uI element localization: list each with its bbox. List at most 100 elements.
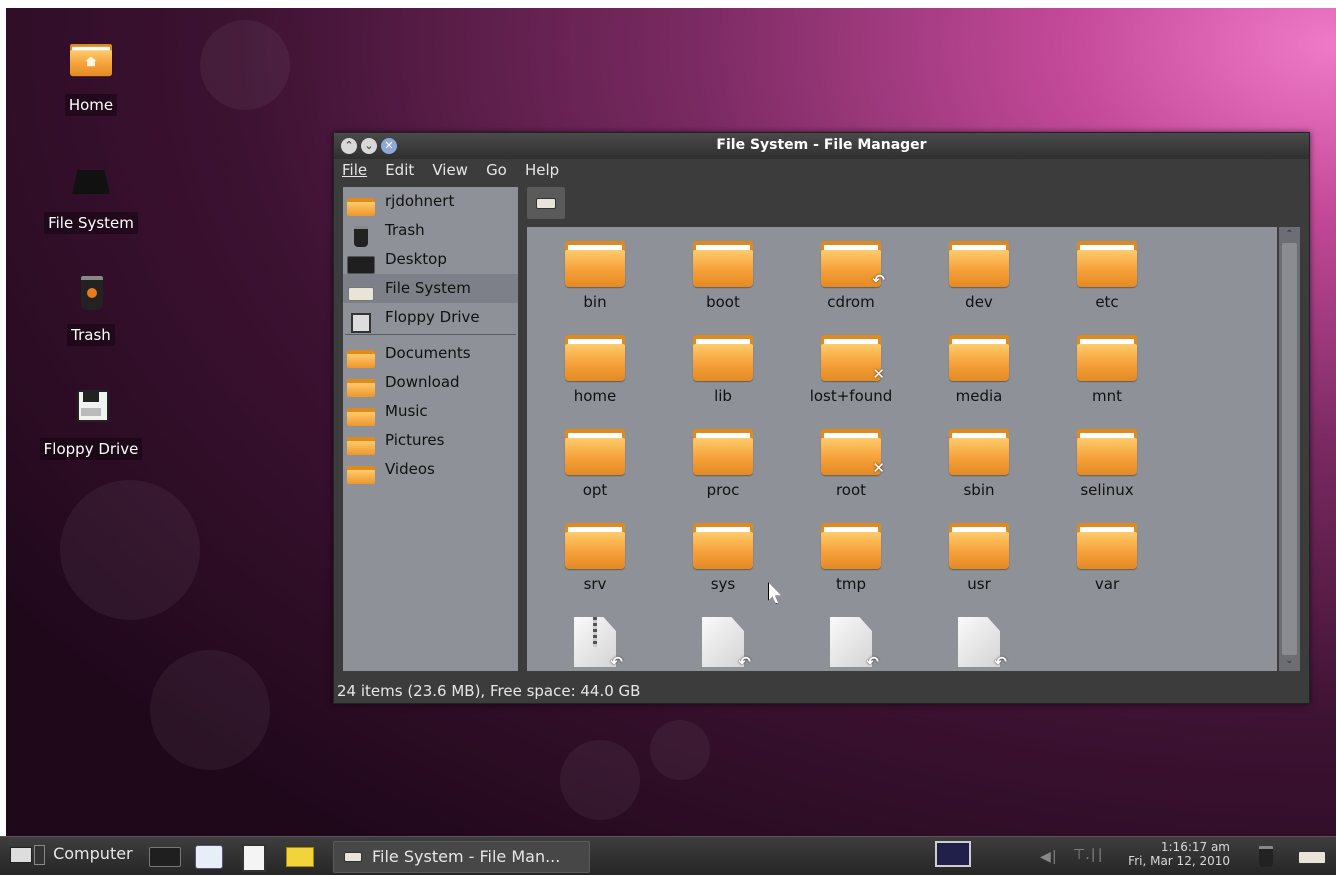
icon-view[interactable]: bin boot ↶ cdrom dev etc home lib ✕ lost+found med… [527, 227, 1277, 671]
symlink-emblem-icon: ↶ [866, 653, 879, 671]
trash-applet-icon[interactable] [1259, 846, 1273, 867]
desktop-icon-file-system[interactable]: File System [31, 160, 151, 234]
status-bar: 24 items (23.6 MB), Free space: 44.0 GB [337, 682, 641, 700]
file-cabinet-launcher-icon[interactable] [195, 845, 223, 869]
file-name: mnt [1092, 387, 1122, 405]
clipboard-launcher-icon[interactable] [242, 844, 266, 872]
desktop-icon-label: Trash [67, 324, 115, 346]
volume-icon[interactable]: ◀∣ [1040, 849, 1058, 865]
file-item-selinux[interactable]: selinux [1043, 429, 1171, 499]
drive-icon [347, 280, 375, 301]
sidebar-item-file-system[interactable]: File System [343, 274, 518, 303]
vertical-scrollbar[interactable]: ⌃ ⌄ [1279, 227, 1300, 671]
file-name: usr [967, 575, 991, 593]
file-item-media[interactable]: media [915, 335, 1043, 405]
file-item-sbin[interactable]: sbin [915, 429, 1043, 499]
file-name: sys [710, 575, 736, 593]
drive-mount-icon[interactable] [1298, 851, 1326, 864]
folder-icon [821, 523, 881, 569]
folder-icon [949, 241, 1009, 287]
sidebar-item-trash[interactable]: Trash [343, 216, 518, 247]
clock-time: 1:16:17 am [1160, 840, 1230, 854]
folder-icon [693, 241, 753, 287]
menu-help[interactable]: Help [525, 161, 559, 179]
desktop-icon-label: Floppy Drive [39, 438, 143, 460]
file-item-bin[interactable]: bin [531, 241, 659, 311]
file-item-etc[interactable]: etc [1043, 241, 1171, 311]
file-item-usr[interactable]: usr [915, 523, 1043, 593]
sidebar-separator [345, 334, 516, 337]
file-name: boot [706, 293, 740, 311]
sidebar-item-home[interactable]: rjdohnert [343, 187, 518, 216]
file-item-boot[interactable]: boot [659, 241, 787, 311]
folder-icon [347, 403, 375, 426]
sidebar-item-videos[interactable]: Videos [343, 455, 518, 484]
folder-icon [347, 432, 375, 455]
folder-icon [347, 345, 375, 368]
sidebar-item-music[interactable]: Music [343, 397, 518, 426]
sidebar-item-label: Pictures [385, 431, 445, 449]
file-item-lost-found[interactable]: ✕ lost+found [787, 335, 915, 405]
scrollbar-thumb[interactable] [1282, 243, 1297, 655]
sidebar-item-pictures[interactable]: Pictures [343, 426, 518, 455]
file-item-sys[interactable]: sys [659, 523, 787, 593]
taskbar-button-file-manager[interactable]: File System - File Man... [333, 841, 590, 873]
file-name: lib [714, 387, 732, 405]
desktop-icon-home[interactable]: Home [31, 42, 151, 116]
file-item-proc[interactable]: proc [659, 429, 787, 499]
symlink-emblem-icon: ↶ [738, 653, 751, 671]
file-item[interactable]: ↶ [531, 617, 659, 671]
file-name: var [1094, 575, 1120, 593]
computer-menu-label: Computer [53, 844, 133, 863]
folder-icon [1077, 335, 1137, 381]
terminal-launcher-icon[interactable] [149, 847, 181, 867]
menu-view[interactable]: View [432, 161, 468, 179]
file-item-opt[interactable]: opt [531, 429, 659, 499]
taskbar: Computer File System - File Man... ◀∣ ⊤.… [0, 836, 1336, 875]
sidebar-item-label: Trash [385, 221, 425, 239]
desktop-icon-trash[interactable]: Trash [31, 272, 151, 346]
sidebar-item-download[interactable]: Download [343, 368, 518, 397]
title-bar[interactable]: ⌃ ⌄ ✕ File System - File Manager [334, 133, 1309, 159]
file-item-lib[interactable]: lib [659, 335, 787, 405]
file-item[interactable]: ↶ [787, 617, 915, 671]
sidebar-item-documents[interactable]: Documents [343, 339, 518, 368]
workspace-switcher[interactable] [935, 841, 971, 867]
file-item[interactable]: ↶ [915, 617, 1043, 671]
file-item[interactable]: ↶ [659, 617, 787, 671]
clock[interactable]: 1:16:17 am Fri, Mar 12, 2010 [1120, 840, 1230, 868]
sidebar-item-label: Floppy Drive [385, 308, 480, 326]
menu-file[interactable]: File [342, 161, 367, 179]
desktop-icon [347, 251, 375, 274]
file-name: lost+found [809, 387, 893, 405]
notes-launcher-icon[interactable] [286, 847, 314, 867]
desktop-icon-floppy-drive[interactable]: Floppy Drive [31, 386, 151, 460]
symlink-emblem-icon: ↶ [994, 653, 1007, 671]
file-name: sbin [963, 481, 995, 499]
file-item-srv[interactable]: srv [531, 523, 659, 593]
folder-icon [347, 461, 375, 484]
file-item-root[interactable]: ✕ root [787, 429, 915, 499]
file-item-tmp[interactable]: tmp [787, 523, 915, 593]
network-signal-icon[interactable]: ⊤.∣∣ [1073, 847, 1104, 863]
trash-icon [347, 222, 375, 247]
menu-go[interactable]: Go [486, 161, 507, 179]
file-item-dev[interactable]: dev [915, 241, 1043, 311]
path-button-file-system[interactable] [527, 187, 565, 219]
computer-menu-button[interactable]: Computer [10, 844, 133, 865]
sidebar-item-desktop[interactable]: Desktop [343, 245, 518, 274]
file-item-mnt[interactable]: mnt [1043, 335, 1171, 405]
folder-icon [949, 335, 1009, 381]
sidebar-item-label: File System [385, 279, 471, 297]
scroll-down-icon[interactable]: ⌄ [1279, 655, 1300, 669]
sidebar: rjdohnert Trash Desktop File System Flop… [343, 187, 518, 671]
file-item-var[interactable]: var [1043, 523, 1171, 593]
folder-icon [347, 374, 375, 397]
file-item-home[interactable]: home [531, 335, 659, 405]
folder-icon [1077, 241, 1137, 287]
sidebar-item-floppy-drive[interactable]: Floppy Drive [343, 303, 518, 333]
scroll-up-icon[interactable]: ⌃ [1279, 229, 1300, 243]
drive-icon [67, 160, 115, 208]
file-item-cdrom[interactable]: ↶ cdrom [787, 241, 915, 311]
menu-edit[interactable]: Edit [385, 161, 414, 179]
